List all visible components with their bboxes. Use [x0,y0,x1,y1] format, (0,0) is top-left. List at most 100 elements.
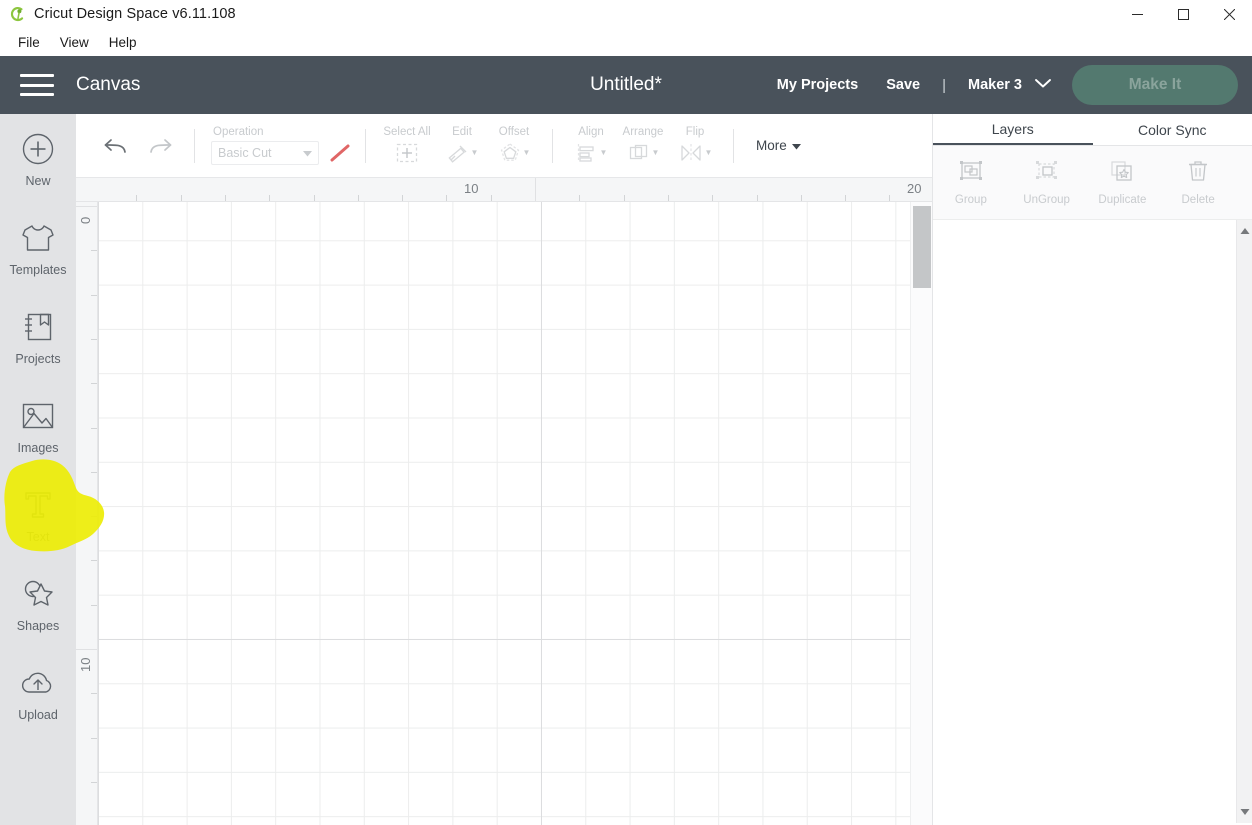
sidebar-item-images[interactable]: Images [0,381,76,470]
sidebar-item-label: Shapes [16,618,60,633]
arrange-label: Arrange [622,125,664,138]
toolbar-divider [733,128,734,163]
left-sidebar: New Templates Projects Images Text Shape… [0,114,76,825]
duplicate-button[interactable]: Duplicate [1085,146,1161,219]
window-controls [1114,0,1252,28]
duplicate-icon [1109,159,1135,188]
operation-caption: Operation [213,126,264,138]
sidebar-item-label: Text [26,529,50,544]
toolbar-divider [552,128,553,163]
make-it-button[interactable]: Make It [1072,65,1238,105]
duplicate-label: Duplicate [1098,194,1147,206]
sidebar-item-new[interactable]: New [0,114,76,203]
ruler-tick [91,604,97,606]
toolbar-divider [365,128,366,163]
ruler-tick [446,195,448,201]
ungroup-label: UnGroup [1023,194,1070,206]
offset-button[interactable]: Offset ▼ [488,118,540,174]
ruler-tick [535,178,536,201]
ruler-tick [667,195,669,201]
group-button[interactable]: Group [933,146,1009,219]
flip-icon: ▼ [678,140,712,166]
header-actions: My Projects Save | Maker 3 Make It [763,65,1238,105]
select-all-button[interactable]: Select All [378,118,436,174]
sidebar-item-templates[interactable]: Templates [0,203,76,292]
tshirt-icon [19,219,57,257]
layers-panel-scrollbar[interactable] [1236,220,1252,823]
line-swatch-icon[interactable] [327,141,353,165]
ruler-label: 10 [78,657,93,672]
scroll-up-arrow-icon[interactable] [1240,222,1250,240]
ruler-tick [623,195,625,201]
ruler-tick [91,560,97,562]
sidebar-item-projects[interactable]: Projects [0,292,76,381]
vertical-ruler: 0 10 [76,202,98,825]
hamburger-menu-icon[interactable] [20,74,54,96]
chevron-down-icon[interactable] [1034,76,1052,94]
design-canvas[interactable]: 10 20 0 10 [76,178,932,825]
edit-scissors-icon: ▼ [446,140,479,166]
ruler-tick [91,250,97,252]
menubar: File View Help [0,28,1252,56]
ungroup-button[interactable]: UnGroup [1009,146,1085,219]
tab-color-sync[interactable]: Color Sync [1093,114,1252,145]
layers-list [933,220,1252,823]
ruler-tick [91,781,97,783]
ruler-label: 0 [78,216,93,224]
menu-item-view[interactable]: View [50,32,99,53]
app-title: Cricut Design Space v6.11.108 [34,6,236,22]
sidebar-item-shapes[interactable]: Shapes [0,559,76,648]
notebook-bookmark-icon [19,308,57,346]
sidebar-item-label: Images [17,440,59,455]
operation-value: Basic Cut [218,146,272,160]
arrange-layers-icon: ▼ [627,140,660,166]
image-icon [19,397,57,435]
tab-layers[interactable]: Layers [933,114,1093,145]
scrollbar-thumb[interactable] [913,206,931,288]
sidebar-item-text[interactable]: Text [0,470,76,559]
ruler-tick [91,338,97,340]
undo-arrow-icon [102,133,130,159]
arrange-button[interactable]: Arrange ▼ [617,118,669,174]
group-icon [958,159,984,188]
toolbar-divider [194,128,195,163]
ruler-tick [756,195,758,201]
ruler-tick [579,195,581,201]
panel-tabs: Layers Color Sync [933,114,1252,146]
layer-actions: Group UnGroup Duplicate Delete [933,146,1252,220]
canvas-vertical-scrollbar[interactable] [910,202,932,825]
layout-group: Align ▼ Arrange ▼ Flip ▼ [565,114,721,178]
undo-button[interactable] [94,118,138,174]
my-projects-link[interactable]: My Projects [763,77,872,93]
delete-button[interactable]: Delete [1160,146,1236,219]
scroll-down-arrow-icon[interactable] [1240,803,1250,821]
caret-down-icon: ▼ [470,148,479,157]
operation-dropdown[interactable]: Basic Cut [211,141,319,165]
select-all-label: Select All [383,125,431,138]
redo-button[interactable] [138,118,182,174]
offset-label: Offset [498,125,530,138]
cricut-c-logo-icon [6,3,28,25]
minimize-button[interactable] [1114,0,1160,28]
menu-item-help[interactable]: Help [99,32,147,53]
edit-label: Edit [452,125,472,138]
sidebar-item-upload[interactable]: Upload [0,648,76,737]
maximize-button[interactable] [1160,0,1206,28]
ungroup-icon [1034,159,1060,188]
align-button[interactable]: Align ▼ [565,118,617,174]
flip-button[interactable]: Flip ▼ [669,118,721,174]
machine-selector-label[interactable]: Maker 3 [954,77,1022,93]
save-button[interactable]: Save [872,77,934,93]
caret-down-icon: ▼ [522,148,531,157]
canvas-label: Canvas [76,74,141,95]
edit-button[interactable]: Edit ▼ [436,118,488,174]
caret-down-icon: ▼ [651,148,660,157]
ruler-label: 20 [907,181,922,196]
ruler-tick [76,649,97,650]
ruler-tick [269,195,271,201]
more-button[interactable]: More [756,138,801,153]
header-separator: | [942,76,946,94]
flip-label: Flip [685,125,705,138]
close-button[interactable] [1206,0,1252,28]
menu-item-file[interactable]: File [8,32,50,53]
